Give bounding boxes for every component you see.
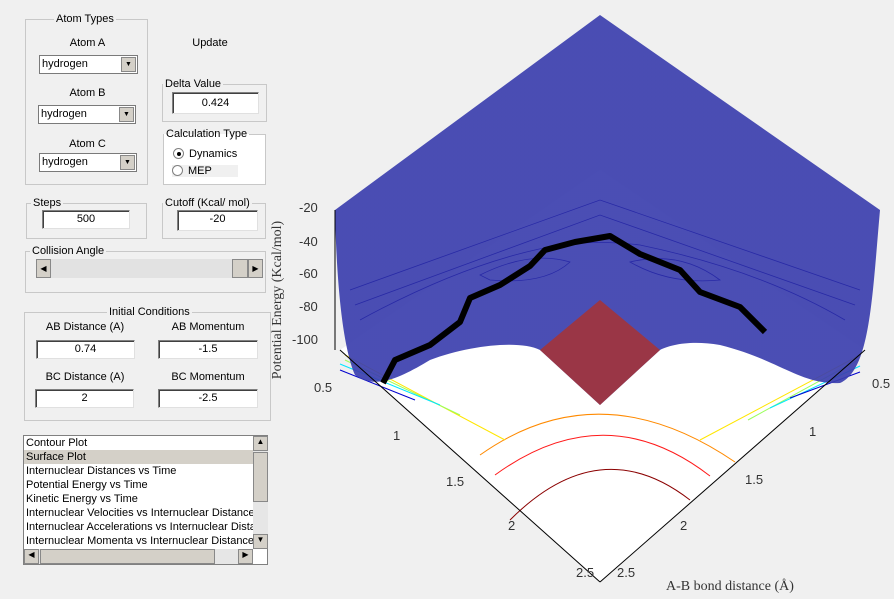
- x-axis-label: A-B bond distance (Å): [666, 579, 794, 594]
- left-tick-label: 2: [508, 518, 516, 533]
- right-tick-label: 1: [809, 424, 817, 439]
- right-tick-label: 0.5: [872, 376, 891, 391]
- right-tick-label: 2: [680, 518, 688, 533]
- surface-plot[interactable]: [0, 0, 894, 599]
- left-tick-label: 0.5: [314, 380, 333, 395]
- z-tick-label: -60: [299, 266, 318, 281]
- left-tick-label: 1: [393, 428, 401, 443]
- z-tick-label: -100: [292, 332, 319, 347]
- left-tick-label: 1.5: [446, 474, 465, 489]
- right-tick-label: 2.5: [617, 565, 636, 580]
- z-tick-label: -80: [299, 299, 318, 314]
- left-tick-label: 2.5: [576, 565, 595, 580]
- z-tick-label: -20: [299, 200, 318, 215]
- right-tick-label: 1.5: [745, 472, 764, 487]
- z-axis-label: Potential Energy (Kcal/mol): [270, 220, 285, 380]
- z-tick-label: -40: [299, 234, 318, 249]
